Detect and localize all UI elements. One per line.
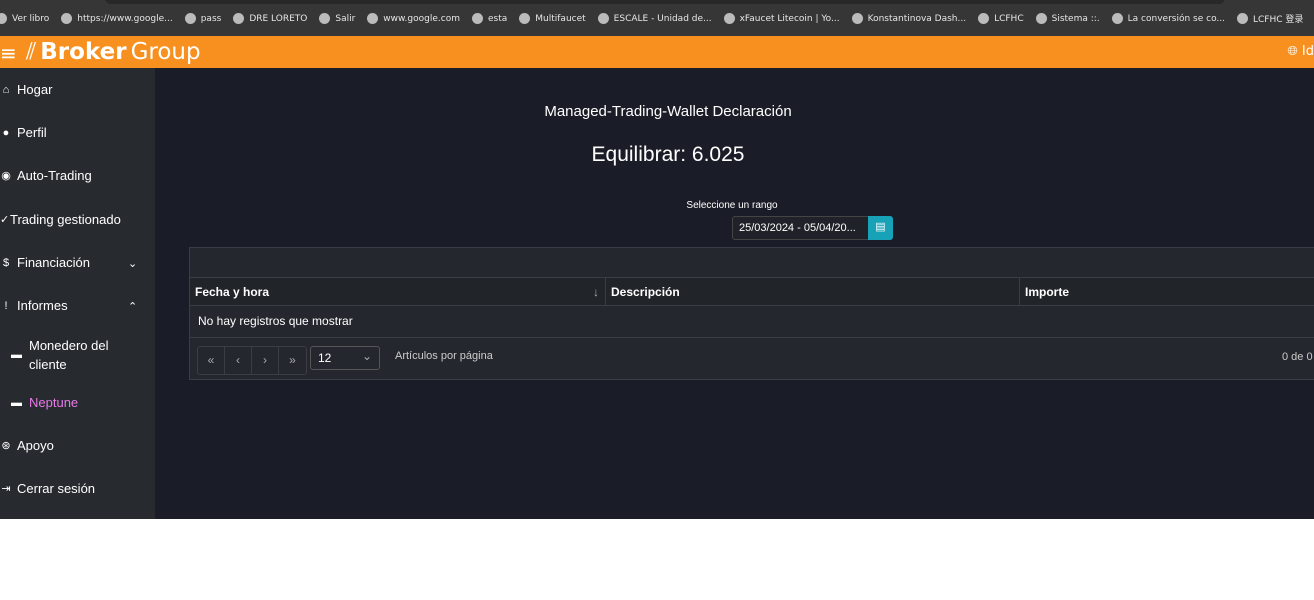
sidebar-item-informes[interactable]: ! Informes <box>0 298 67 313</box>
bookmark-item[interactable]: Ver libro <box>0 12 49 25</box>
sidebar: ⌂ Hogar ● Perfil ◉ Auto-Trading ✓ Trading ge… <box>0 68 155 519</box>
table-header: Fecha y hora ↓ Descripción Importe <box>190 277 1314 306</box>
bookmark-favicon-icon <box>233 13 245 24</box>
bookmark-favicon-icon <box>597 13 609 24</box>
chevron-up-icon[interactable]: ⌃ <box>128 300 137 313</box>
dollar-icon: $ <box>2 256 10 269</box>
home-icon: ⌂ <box>2 83 10 96</box>
bookmark-item[interactable]: https://www.google... <box>61 12 173 25</box>
main-content: Managed-Trading-Wallet Declaración Equil… <box>155 68 1314 519</box>
bookmark-item[interactable]: www.google.com <box>367 12 460 25</box>
brand-logo[interactable]: ⫽ Broker Group <box>26 39 201 65</box>
bookmark-item[interactable]: ESCALE - Unidad de... <box>597 12 712 25</box>
statement-table: Fecha y hora ↓ Descripción Importe No hay… <box>189 247 1314 380</box>
bookmark-item[interactable]: pass <box>184 12 221 25</box>
chevron-down-icon: ⌄ <box>361 349 372 363</box>
robot-icon: ◉ <box>1 170 11 182</box>
bookmark-favicon-icon <box>367 13 379 24</box>
bookmark-favicon-icon <box>723 13 735 24</box>
top-header: ≡ ⫽ Broker Group 🌐︎ Id <box>0 36 1314 68</box>
logout-icon: ⇥ <box>1 483 11 495</box>
calendar-button[interactable]: ▤ <box>868 216 893 240</box>
wallet-icon: ▬ <box>11 396 22 409</box>
first-page-button[interactable]: « <box>198 347 225 374</box>
bookmark-favicon-icon <box>519 13 531 24</box>
bookmark-favicon-icon <box>851 13 863 24</box>
sidebar-item-hogar[interactable]: ⌂ Hogar <box>0 82 53 97</box>
sidebar-item-neptune[interactable]: ▬ Neptune <box>9 395 78 410</box>
balance: Equilibrar: 6.025 <box>591 143 745 166</box>
table-footer: « ‹ › » 12 ⌄ Artículos por página 0 de 0 <box>190 337 1314 380</box>
column-importe[interactable]: Importe <box>1020 278 1314 306</box>
bookmark-item[interactable]: LCFHC <box>978 12 1024 25</box>
address-bar[interactable] <box>105 0 1225 4</box>
sidebar-item-monedero[interactable]: ▬ Monedero del cliente <box>9 336 129 374</box>
sidebar-item-perfil[interactable]: ● Perfil <box>0 125 47 140</box>
bookmarks-bar: Ver libro https://www.google... pass DRE LO… <box>0 0 1314 36</box>
bookmark-favicon-icon <box>184 13 196 24</box>
hamburger-menu-icon[interactable]: ≡ <box>0 41 17 65</box>
sort-arrow-icon[interactable]: ↓ <box>593 285 599 299</box>
alert-icon: ! <box>4 299 8 312</box>
support-icon: ⊛ <box>1 440 11 452</box>
sidebar-item-financiacion[interactable]: $ Financiación <box>0 255 90 270</box>
per-page-label: Artículos por página <box>395 350 493 362</box>
bookmark-item[interactable]: DRE LORETO <box>233 12 307 25</box>
record-count: 0 de 0 <box>1282 351 1313 363</box>
logo-icon: ⫽ <box>26 39 37 65</box>
sidebar-item-trading-gestionado[interactable]: ✓ Trading gestionado <box>0 212 121 227</box>
page-title: Managed-Trading-Wallet Declaración <box>544 103 792 120</box>
bookmark-item[interactable]: LCFHC 登录 <box>1237 12 1303 25</box>
user-icon: ● <box>2 126 10 139</box>
sidebar-item-apoyo[interactable]: ⊛ Apoyo <box>0 438 53 453</box>
bookmark-favicon-icon <box>471 13 483 24</box>
sidebar-item-cerrar-sesion[interactable]: ⇥ Cerrar sesión <box>0 481 95 496</box>
bookmark-item[interactable]: Sistema ::. <box>1035 12 1100 25</box>
pagination: « ‹ › » <box>197 346 307 375</box>
column-descripcion[interactable]: Descripción <box>606 278 1020 306</box>
sidebar-item-auto-trading[interactable]: ◉ Auto-Trading <box>0 168 91 183</box>
bookmark-favicon-icon <box>1035 13 1047 24</box>
range-label: Seleccione un rango <box>686 200 778 211</box>
bookmark-item[interactable]: Multifaucet <box>519 12 586 25</box>
bookmark-item[interactable]: Salir <box>319 12 355 25</box>
chevron-down-icon[interactable]: ⌄ <box>128 257 137 270</box>
bookmark-item[interactable]: xFaucet Litecoin | Yo... <box>723 12 840 25</box>
bookmark-item[interactable]: La conversión se co... <box>1111 12 1225 25</box>
prev-page-button[interactable]: ‹ <box>225 347 252 374</box>
bookmark-favicon-icon <box>319 13 331 24</box>
chart-icon: ✓ <box>0 214 10 226</box>
bookmark-favicon-icon <box>978 13 990 24</box>
language-selector[interactable]: 🌐︎ Id <box>1287 44 1314 59</box>
wallet-icon: ▬ <box>11 349 22 361</box>
bookmark-favicon-icon <box>1111 13 1123 24</box>
bookmark-item[interactable]: esta <box>471 12 507 25</box>
bookmark-favicon-icon <box>61 13 73 24</box>
column-fecha[interactable]: Fecha y hora ↓ <box>190 278 606 306</box>
bookmark-favicon-icon <box>0 13 7 24</box>
next-page-button[interactable]: › <box>252 347 279 374</box>
bookmark-favicon-icon <box>1237 13 1248 24</box>
bookmark-item[interactable]: Konstantinova Dash... <box>851 12 966 25</box>
per-page-select[interactable]: 12 ⌄ <box>310 346 380 370</box>
empty-row: No hay registros que mostrar <box>190 305 1314 337</box>
last-page-button[interactable]: » <box>279 347 306 374</box>
calendar-icon: ▤ <box>875 221 886 233</box>
